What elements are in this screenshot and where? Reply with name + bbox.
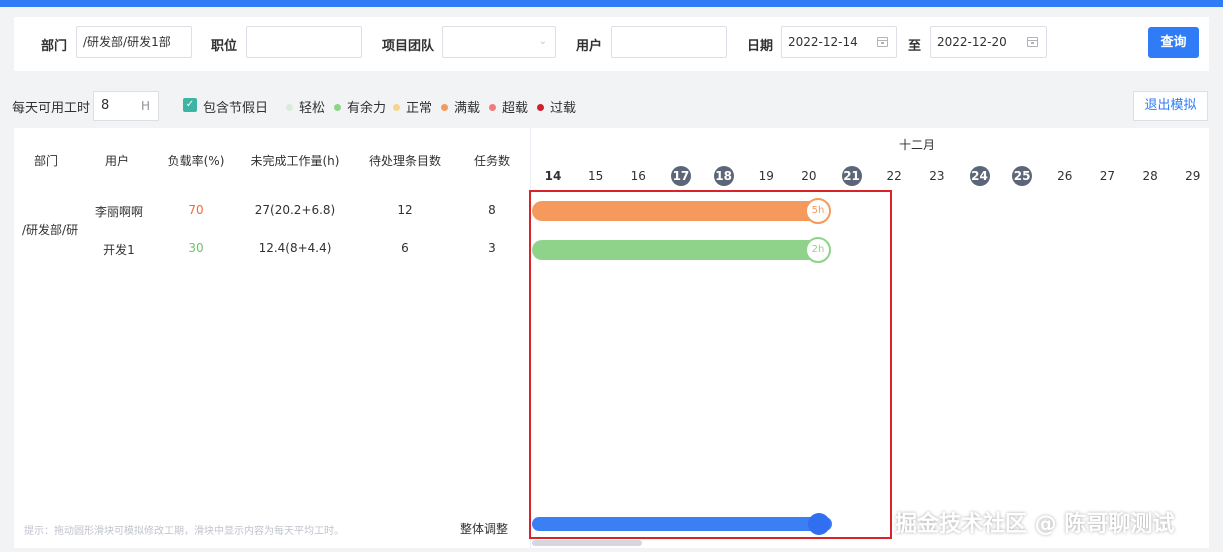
legend-item: 正常 — [393, 97, 432, 116]
calendar-icon — [877, 37, 888, 47]
team-label: 项目团队 — [382, 39, 435, 54]
day-21: 21 — [841, 166, 862, 186]
pending-cell: 6 — [401, 241, 409, 255]
day-15: 15 — [588, 169, 604, 183]
col-header-unfinished: 未完成工作量(h) — [250, 154, 340, 168]
date-to-input[interactable]: 2022-12-20 — [930, 26, 1047, 58]
legend-dot — [393, 104, 400, 111]
col-header-dept: 部门 — [33, 154, 58, 168]
user-cell: 李丽啊啊 — [94, 205, 143, 219]
day-19: 19 — [758, 169, 774, 183]
day-16: 16 — [630, 169, 646, 183]
daily-hours-label: 每天可用工时 — [12, 101, 91, 116]
legend-item: 有余力 — [334, 97, 386, 116]
daily-hours-unit: H — [140, 99, 150, 113]
chevron-down-icon: ⌄ — [538, 36, 547, 47]
legend-dot — [334, 104, 341, 111]
day-17: 17 — [670, 166, 691, 186]
user-label: 用户 — [576, 39, 603, 54]
day-14: 14 — [544, 169, 562, 183]
day-20: 20 — [801, 169, 817, 183]
col-header-load: 负载率(%) — [167, 154, 225, 168]
legend-dot — [537, 104, 544, 111]
date-separator: 至 — [908, 39, 922, 54]
legend-item: 轻松 — [286, 97, 325, 116]
query-button[interactable]: 查询 — [1148, 27, 1199, 58]
dept-cell: /研发部/研 — [22, 223, 79, 237]
legend-dot — [286, 104, 293, 111]
date-to-value: 2022-12-20 — [937, 35, 1007, 49]
daily-hours-value: 8 — [101, 98, 110, 113]
filter-panel: 部门 /研发部/研发1部 职位 项目团队 ⌄ 用户 日期 2022-12-14 … — [14, 17, 1209, 71]
pending-cell: 12 — [397, 203, 413, 217]
team-select[interactable]: ⌄ — [442, 26, 556, 58]
hint-text: 提示：拖动圆形滑块可模拟修改工期，滑块中显示内容为每天平均工时。 — [24, 526, 344, 537]
unfinished-cell: 12.4(8+4.4) — [258, 241, 332, 255]
dept-select[interactable]: /研发部/研发1部 — [76, 26, 192, 58]
load-rate-cell: 70 — [188, 203, 204, 217]
include-holiday-label: 包含节假日 — [203, 101, 269, 116]
col-header-user: 用户 — [104, 154, 129, 168]
day-26: 26 — [1057, 169, 1073, 183]
day-29: 29 — [1185, 169, 1201, 183]
day-28: 28 — [1142, 169, 1158, 183]
day-25: 25 — [1012, 166, 1033, 186]
include-holiday-checkbox[interactable]: ✓ — [183, 98, 197, 112]
month-label: 十二月 — [899, 138, 936, 152]
highlight-frame — [529, 190, 892, 539]
daily-hours-input[interactable]: 8 H — [93, 91, 159, 121]
legend-label: 过载 — [550, 101, 577, 116]
day-18: 18 — [713, 166, 734, 186]
exit-simulation-button[interactable]: 退出模拟 — [1133, 91, 1208, 121]
user-cell: 开发1 — [103, 243, 135, 257]
col-header-tasks: 任务数 — [473, 154, 510, 168]
dept-label: 部门 — [41, 39, 68, 54]
date-label: 日期 — [747, 39, 774, 54]
legend-item: 满载 — [441, 97, 480, 116]
position-label: 职位 — [211, 39, 238, 54]
legend-item: 过载 — [537, 97, 576, 116]
day-24: 24 — [969, 166, 990, 186]
date-from-input[interactable]: 2022-12-14 — [781, 26, 897, 58]
tasks-cell: 3 — [488, 241, 496, 255]
day-27: 27 — [1099, 169, 1116, 183]
legend-dot — [489, 104, 496, 111]
horizontal-scrollbar[interactable] — [532, 540, 642, 546]
legend-dot — [441, 104, 448, 111]
top-accent-bar — [0, 0, 1223, 7]
overall-adjust-label: 整体调整 — [460, 522, 509, 536]
unfinished-cell: 27(20.2+6.8) — [254, 203, 336, 217]
user-input[interactable] — [611, 26, 727, 58]
legend-label: 超载 — [502, 101, 529, 116]
day-23: 23 — [929, 169, 945, 183]
load-rate-cell: 30 — [188, 241, 204, 255]
position-input[interactable] — [246, 26, 362, 58]
legend-label: 满载 — [454, 101, 481, 116]
legend-label: 正常 — [406, 101, 433, 116]
col-header-pending: 待处理条目数 — [368, 154, 441, 168]
calendar-icon — [1027, 37, 1038, 47]
watermark-text: 掘金技术社区 @ 陈哥聊测试 — [895, 512, 1175, 537]
legend-label: 轻松 — [299, 101, 326, 116]
legend-item: 超载 — [489, 97, 528, 116]
tasks-cell: 8 — [488, 203, 496, 217]
legend-label: 有余力 — [347, 101, 387, 116]
date-from-value: 2022-12-14 — [788, 35, 858, 49]
day-22: 22 — [886, 169, 902, 183]
